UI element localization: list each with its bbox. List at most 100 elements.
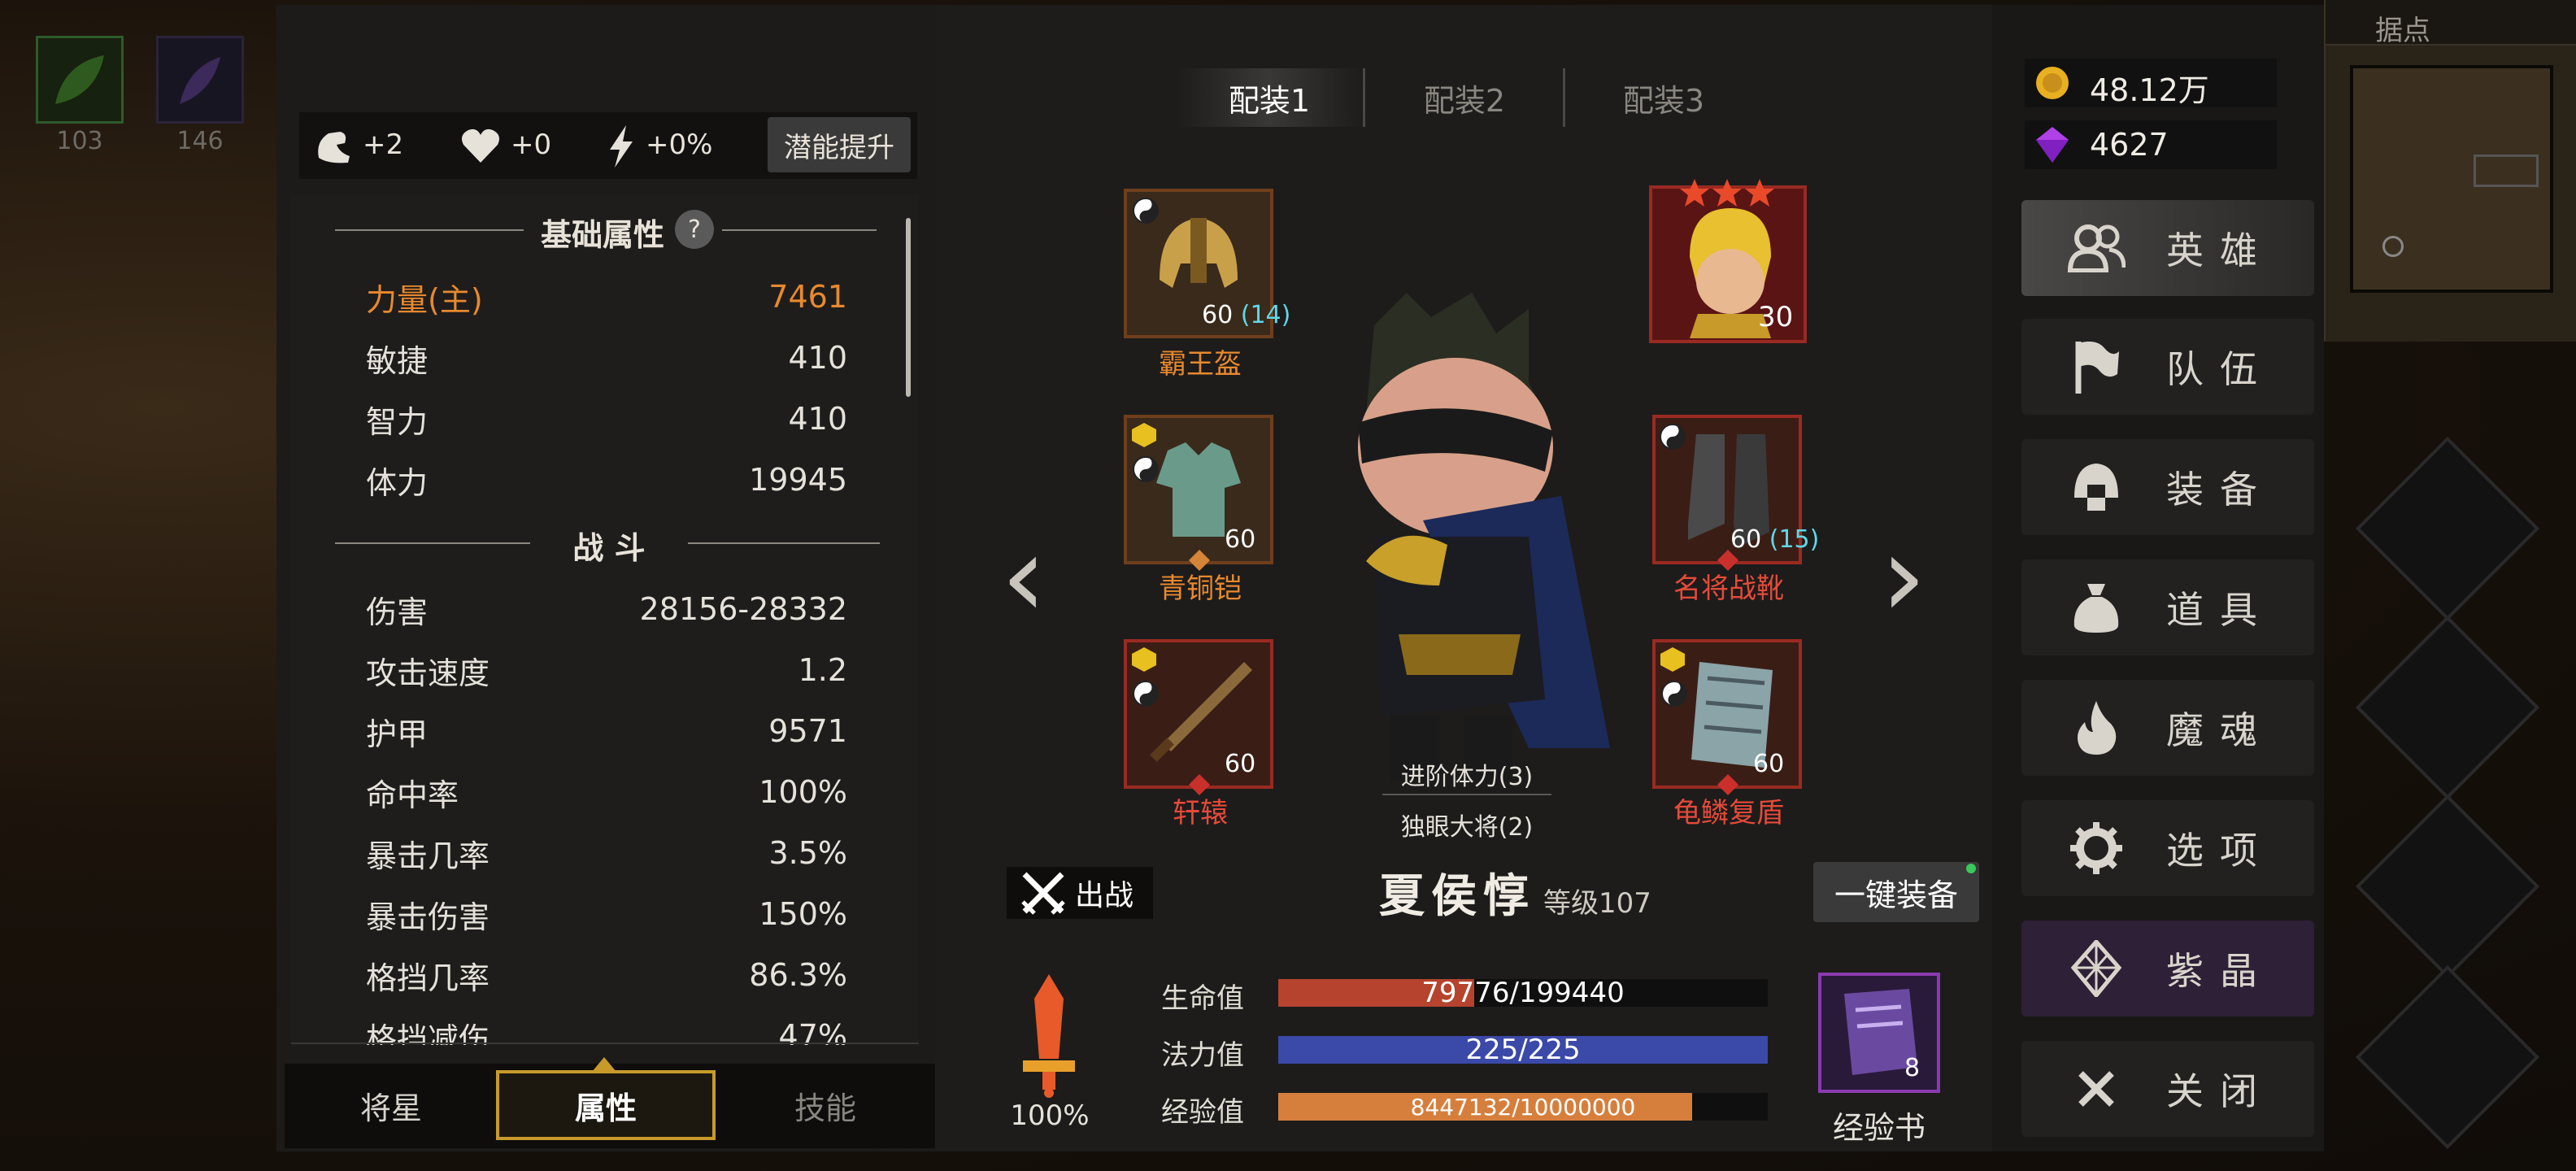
tab-loadout-3[interactable]: 配装3 bbox=[1566, 68, 1761, 127]
helmet-icon bbox=[2062, 453, 2130, 521]
yinyang-icon bbox=[1133, 681, 1159, 707]
deploy-button[interactable]: 出战 bbox=[1007, 867, 1153, 919]
gem-socket-icon bbox=[1132, 423, 1156, 447]
inventory-slot-leaf[interactable] bbox=[36, 36, 124, 124]
hero-trait: 独眼大将(2) bbox=[1400, 813, 1534, 842]
stat-row-strength: 力量(主) 7461 bbox=[366, 270, 847, 324]
strength-bonus: +2 bbox=[363, 128, 404, 161]
lightning-icon bbox=[610, 125, 633, 168]
divider bbox=[335, 229, 524, 231]
menu-souls[interactable]: 魔魂 bbox=[2021, 680, 2314, 776]
menu-crystal[interactable]: 紫晶 bbox=[2021, 921, 2314, 1016]
boots-bonus: (15) bbox=[1769, 525, 1820, 554]
tab-loadout-2[interactable]: 配装2 bbox=[1366, 68, 1563, 127]
divider bbox=[722, 229, 877, 231]
stat-label: 格挡减伤 bbox=[366, 1021, 490, 1046]
health-bonus: +0 bbox=[511, 128, 552, 161]
potential-button[interactable]: 潜能提升 bbox=[768, 117, 911, 172]
helmet-name: 霸王盔 bbox=[1159, 348, 1242, 381]
stat-value: 3.5% bbox=[768, 835, 847, 871]
mp-value: 225/225 bbox=[1465, 1034, 1581, 1066]
menu-team[interactable]: 队伍 bbox=[2021, 319, 2314, 415]
map-title: 据点 bbox=[2375, 15, 2430, 47]
gold-display: 48.12万 bbox=[2025, 59, 2277, 108]
menu-label: 英雄 bbox=[2166, 229, 2274, 272]
stat-row-damage: 伤害 28156-28332 bbox=[366, 582, 847, 636]
minimap[interactable] bbox=[2324, 0, 2576, 342]
menu-close[interactable]: 关闭 bbox=[2021, 1041, 2314, 1137]
stat-value: 86.3% bbox=[749, 957, 847, 993]
tab-stars[interactable]: 将星 bbox=[286, 1070, 496, 1140]
exp-book-button[interactable]: 8 bbox=[1818, 973, 1940, 1093]
attributes-scrollbar[interactable] bbox=[906, 218, 911, 397]
stat-label: 格挡几率 bbox=[366, 960, 490, 996]
stat-row-agility: 敏捷 410 bbox=[366, 331, 847, 385]
menu-label: 魔魂 bbox=[2166, 708, 2274, 752]
menu-equipment[interactable]: 装备 bbox=[2021, 439, 2314, 535]
menu-heroes[interactable]: 英雄 bbox=[2021, 200, 2314, 296]
auto-equip-button[interactable]: 一键装备 bbox=[1813, 862, 1979, 922]
weapon-name: 轩辕 bbox=[1173, 797, 1228, 829]
tab-attributes[interactable]: 属性 bbox=[496, 1070, 716, 1140]
stat-label: 伤害 bbox=[366, 594, 429, 630]
notification-dot bbox=[1966, 864, 1976, 873]
hero-title: 夏侯惇 等级107 bbox=[1379, 857, 1721, 925]
stat-label: 攻击速度 bbox=[366, 655, 490, 691]
xp-value: 8447132/10000000 bbox=[1410, 1093, 1636, 1121]
stat-row-block-reduction: 格挡减伤 47% bbox=[366, 1009, 847, 1045]
stat-label: 命中率 bbox=[366, 777, 459, 813]
menu-label: 队伍 bbox=[2166, 347, 2274, 391]
divider bbox=[688, 542, 880, 544]
flag-icon bbox=[2062, 333, 2130, 401]
section-combat-title: 战 斗 bbox=[572, 530, 646, 566]
menu-items[interactable]: 道具 bbox=[2021, 559, 2314, 655]
menu-label: 道具 bbox=[2166, 588, 2274, 632]
energy-bonus: +0% bbox=[646, 128, 713, 161]
stat-row-crit-damage: 暴击伤害 150% bbox=[366, 887, 847, 941]
shield-level: 60 bbox=[1753, 750, 1785, 778]
yinyang-icon bbox=[1133, 456, 1159, 482]
hp-bar: 79776/199440 bbox=[1278, 977, 1768, 1009]
hero-level: 等级107 bbox=[1543, 887, 1651, 920]
stat-value: 150% bbox=[759, 896, 847, 932]
boots-level: 60 (15) bbox=[1730, 525, 1820, 554]
inventory-slot-feather[interactable] bbox=[156, 36, 244, 124]
deploy-label: 出战 bbox=[1075, 879, 1134, 912]
stat-label: 暴击几率 bbox=[366, 838, 490, 874]
stat-label: 暴击伤害 bbox=[366, 899, 490, 935]
prev-hero-button[interactable]: ‹ bbox=[995, 520, 1052, 634]
bag-icon bbox=[2062, 573, 2130, 642]
hero-portrait bbox=[1358, 293, 1610, 781]
stat-label: 体力 bbox=[366, 464, 429, 501]
hero-name: 夏侯惇 bbox=[1379, 870, 1535, 923]
weapon-level: 60 bbox=[1225, 750, 1256, 778]
stat-row-clip: 格挡减伤 47% bbox=[291, 1009, 919, 1045]
helmet-bonus: (14) bbox=[1240, 301, 1291, 329]
divider bbox=[291, 1043, 919, 1044]
gem-display: 4627 bbox=[2025, 120, 2277, 169]
stat-row-attack-speed: 攻击速度 1.2 bbox=[366, 643, 847, 697]
users-icon bbox=[2062, 214, 2130, 282]
stat-value: 47% bbox=[778, 1018, 847, 1045]
tab-skills[interactable]: 技能 bbox=[716, 1070, 935, 1140]
stat-row-stamina: 体力 19945 bbox=[366, 453, 847, 507]
hp-label: 生命值 bbox=[1161, 982, 1244, 1015]
power-sword-icon bbox=[1023, 974, 1075, 1098]
yinyang-icon bbox=[1660, 424, 1686, 450]
active-tab-marker-icon bbox=[592, 1057, 616, 1072]
stat-label: 敏捷 bbox=[366, 342, 429, 379]
stat-value: 9571 bbox=[768, 713, 847, 749]
stat-row-armor: 护甲 9571 bbox=[366, 704, 847, 758]
companion-level: 30 bbox=[1758, 301, 1794, 333]
menu-options[interactable]: 选项 bbox=[2021, 800, 2314, 896]
flame-icon bbox=[2062, 694, 2130, 762]
star-rating-icon bbox=[1680, 179, 1774, 207]
gem-amount: 4627 bbox=[2090, 127, 2169, 163]
xp-label: 经验值 bbox=[1161, 1096, 1244, 1129]
tab-loadout-1[interactable]: 配装1 bbox=[1176, 68, 1363, 127]
help-icon[interactable]: ? bbox=[675, 210, 714, 249]
crystal-icon bbox=[2062, 934, 2130, 1003]
stat-row-intellect: 智力 410 bbox=[366, 392, 847, 446]
stat-row-crit-rate: 暴击几率 3.5% bbox=[366, 826, 847, 880]
next-hero-button[interactable]: › bbox=[1875, 520, 1932, 634]
